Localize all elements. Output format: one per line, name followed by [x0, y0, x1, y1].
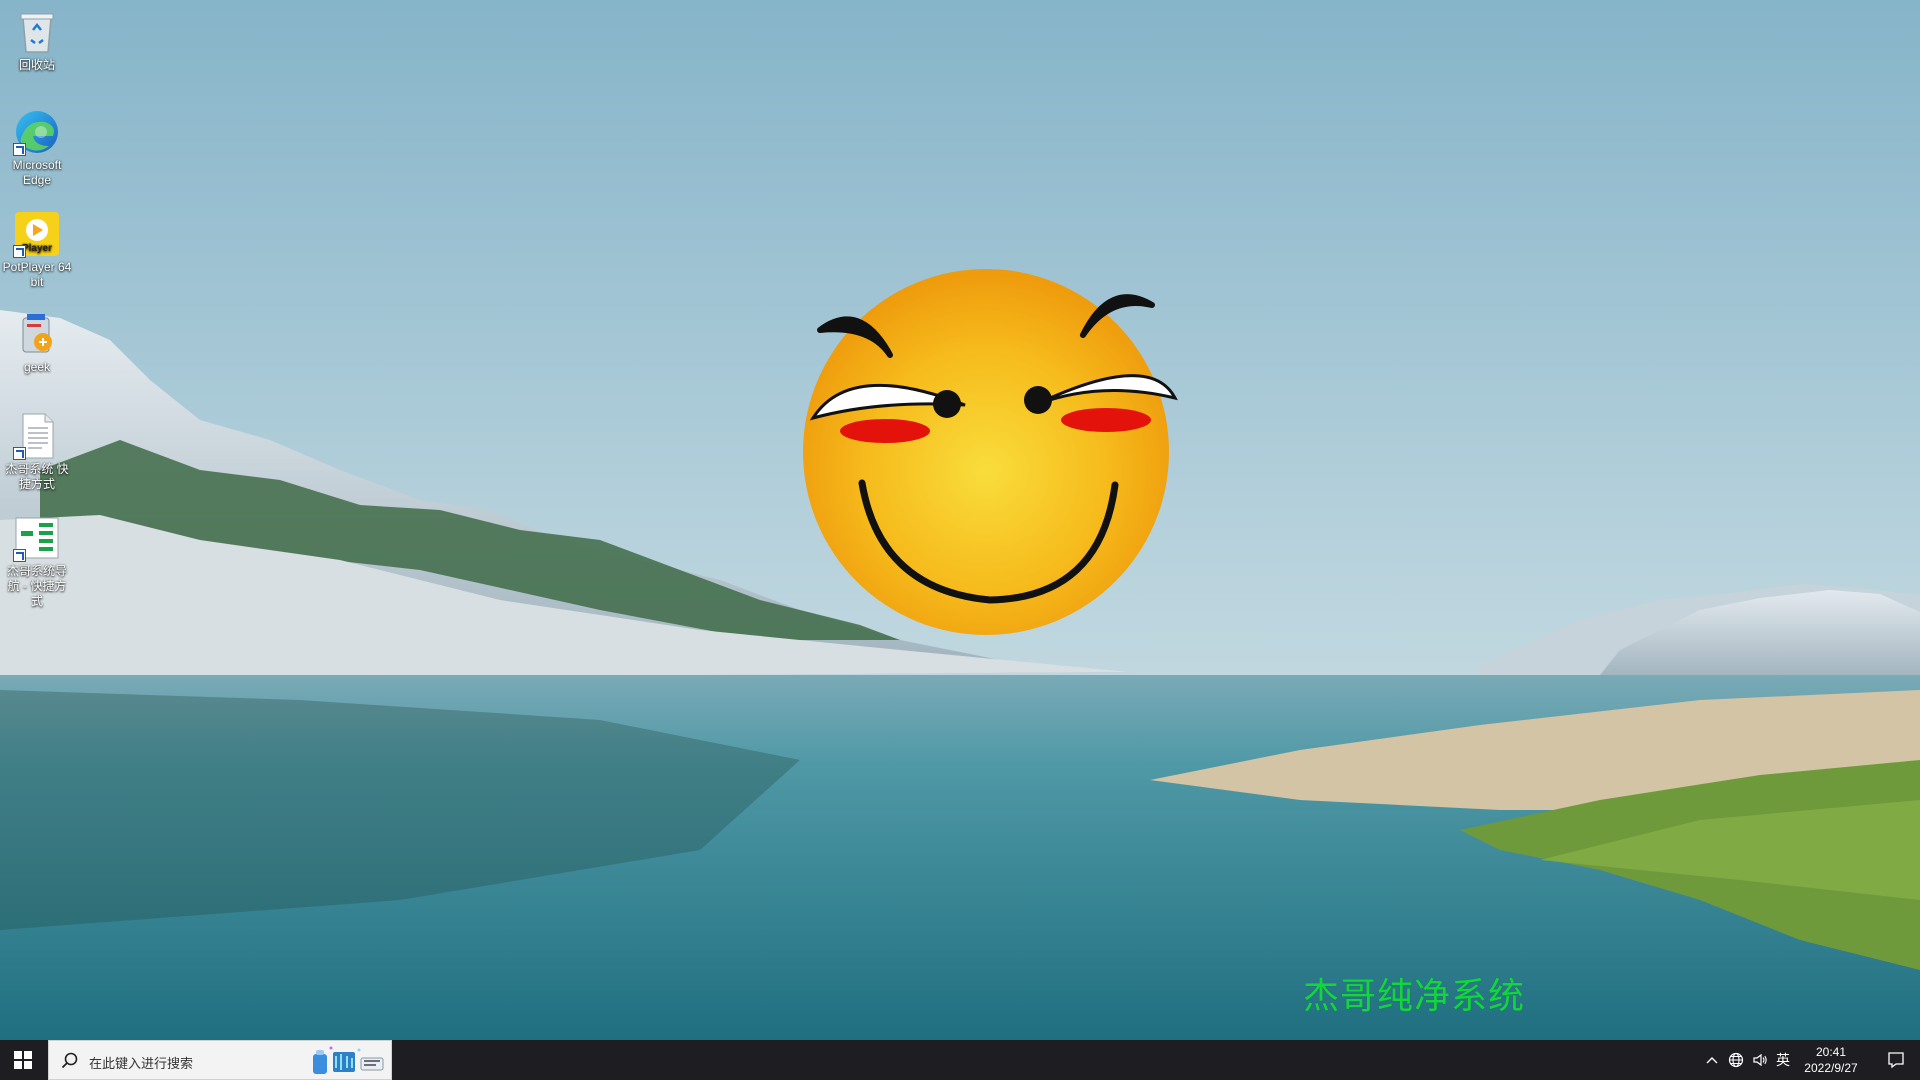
start-button[interactable]: [0, 1040, 46, 1080]
shortcut-arrow-icon: [13, 549, 26, 562]
notification-icon: [1888, 1052, 1904, 1069]
desktop-icon-potplayer[interactable]: Player PotPlayer 64 bit: [0, 206, 74, 290]
volume-tray-button[interactable]: [1748, 1040, 1772, 1080]
taskbar-clock[interactable]: 20:41 2022/9/27: [1786, 1040, 1876, 1080]
desktop-icon-recycle-bin[interactable]: 回收站: [0, 4, 74, 73]
taskbar: 在此键入进行搜索 英 20:41 2022/9/27: [0, 1040, 1920, 1080]
chevron-up-icon: [1706, 1057, 1718, 1064]
desktop-icon-geek[interactable]: geek: [0, 306, 74, 375]
desktop-icon-label: 杰哥系统 快捷方式: [5, 462, 69, 491]
desktop-icon-label: 回收站: [18, 58, 55, 72]
desktop-icon-label: 杰哥系统导航 - 快捷方式: [6, 564, 67, 608]
desktop-wallpaper: [0, 0, 1920, 1040]
desktop-icon-label: PotPlayer 64 bit: [2, 260, 72, 289]
shortcut-arrow-icon: [13, 143, 26, 156]
search-icon: [61, 1052, 78, 1069]
windows-logo-icon: [14, 1051, 32, 1069]
desktop-icon-jiege-navigation[interactable]: 杰哥系统导航 - 快捷方式: [0, 510, 74, 609]
edge-icon: [13, 108, 61, 156]
recycle-bin-icon: [13, 8, 61, 56]
notification-center-button[interactable]: [1872, 1040, 1920, 1080]
globe-network-icon: [1728, 1052, 1744, 1068]
desktop-icon-label: geek: [23, 360, 51, 374]
document-shortcut-icon: [13, 412, 61, 460]
shortcut-arrow-icon: [13, 245, 26, 258]
desktop-icon-microsoft-edge[interactable]: Microsoft Edge: [0, 104, 74, 188]
search-highlights-icon: [313, 1046, 384, 1074]
desktop-icon-label: Microsoft Edge: [12, 158, 62, 187]
wallpaper-watermark-text: 杰哥纯净系统: [1303, 976, 1526, 1017]
geek-uninstaller-icon: [13, 310, 61, 358]
shortcut-arrow-icon: [13, 447, 26, 460]
navigation-shortcut-icon: [13, 514, 61, 562]
speaker-volume-icon: [1753, 1053, 1767, 1067]
search-placeholder: 在此键入进行搜索: [89, 1057, 194, 1072]
show-hidden-icons-button[interactable]: [1700, 1040, 1724, 1080]
clock-time: 20:41: [1815, 1045, 1847, 1059]
taskbar-search-box[interactable]: 在此键入进行搜索: [48, 1040, 392, 1080]
network-tray-button[interactable]: [1724, 1040, 1748, 1080]
clock-date: 2022/9/27: [1804, 1061, 1858, 1075]
potplayer-icon: Player: [13, 210, 61, 258]
desktop-icon-jiege-shortcut[interactable]: 杰哥系统 快捷方式: [0, 408, 74, 492]
svg-text:Player: Player: [22, 243, 52, 254]
